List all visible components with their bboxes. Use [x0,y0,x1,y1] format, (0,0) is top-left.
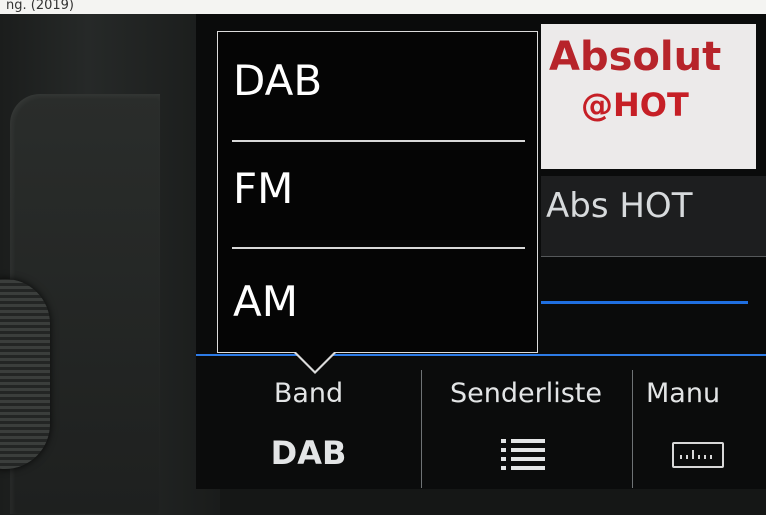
tab-senderliste-label: Senderliste [450,378,602,409]
station-logo: Absolut @HOT [541,24,756,169]
band-option-am[interactable]: AM [218,249,537,355]
tab-manual[interactable]: Manu [632,358,766,489]
tab-band[interactable]: Band DAB [196,358,421,489]
band-option-label: DAB [233,56,323,105]
signal-progress-bar [541,301,748,304]
top-strip: ng. (2019) [0,0,766,14]
dashboard-bezel [0,14,220,515]
list-icon [501,439,545,470]
band-option-fm[interactable]: FM [218,142,537,248]
bottom-tab-bar: Band DAB Senderliste Manu [196,358,766,489]
tab-band-label: Band [273,378,344,409]
top-caption: ng. (2019) [6,0,74,13]
band-option-label: AM [233,277,298,326]
popup-pointer-arrow-inner [295,351,335,371]
tab-senderliste[interactable]: Senderliste [421,358,631,489]
station-name: Abs HOT [546,186,693,226]
station-logo-hot: @HOT [581,86,689,124]
band-option-dab[interactable]: DAB [218,32,537,138]
tuner-scale-icon [672,442,724,468]
tab-manual-label: Manu [646,378,721,409]
band-dropdown-popup: DAB FM AM [217,31,538,353]
volume-knob[interactable] [0,279,50,469]
tab-band-value: DAB [270,434,347,472]
car-infotainment-photo: ng. (2019) Absolut @HOT Abs HOT Band DAB… [0,0,766,515]
band-option-label: FM [233,164,294,213]
station-logo-text: Absolut [549,34,722,80]
